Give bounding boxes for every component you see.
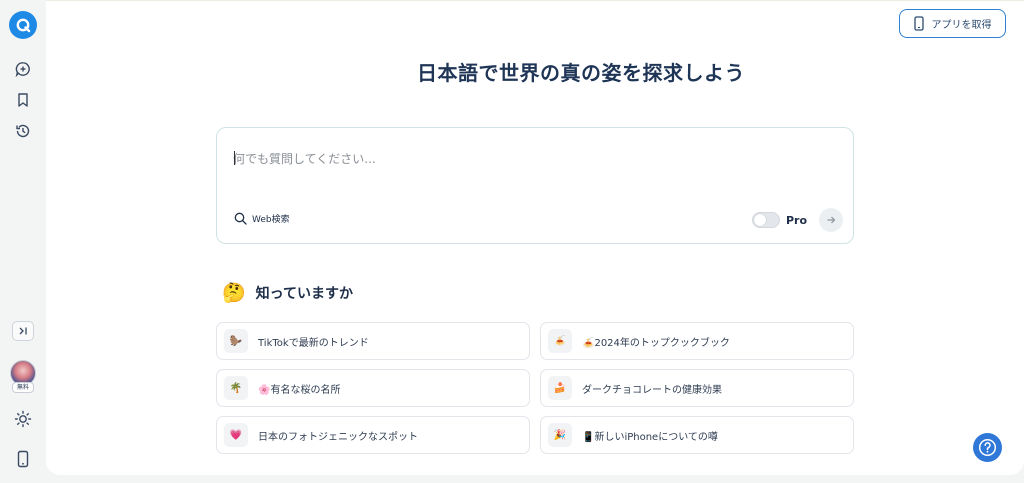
theme-toggle-icon[interactable] (11, 407, 35, 431)
suggestion-card[interactable]: 🍰 ダークチョコレートの健康効果 (540, 369, 854, 407)
get-app-label: アプリを取得 (931, 20, 992, 31)
help-button[interactable] (973, 433, 1002, 462)
question-mark-icon (978, 438, 997, 457)
web-search-label: Web検索 (252, 215, 290, 225)
user-avatar[interactable]: 無料 (9, 360, 37, 394)
suggestion-card[interactable]: 🌴 🌸有名な桜の名所 (216, 369, 530, 407)
suggestion-label: 🍝2024年のトップクックブック (582, 337, 730, 349)
expand-sidebar-icon[interactable] (12, 321, 34, 341)
beaver-icon: 🦫 (224, 329, 248, 353)
web-search-button[interactable]: Web検索 (234, 212, 290, 225)
send-button[interactable] (819, 208, 843, 232)
ask-box: Web検索 Pro (216, 127, 854, 244)
arrow-right-icon (827, 216, 836, 224)
suggestion-card[interactable]: 🎉 📱新しいiPhoneについての噂 (540, 416, 854, 454)
mobile-app-icon[interactable] (11, 447, 35, 471)
pro-toggle[interactable] (751, 212, 780, 228)
free-plan-badge: 無料 (12, 382, 34, 393)
question-input[interactable] (233, 150, 793, 168)
page-title: 日本語で世界の真の姿を探求しよう (417, 61, 745, 85)
history-icon[interactable] (11, 119, 35, 143)
suggestion-label: ダークチョコレートの健康効果 (582, 384, 722, 396)
suggestion-card[interactable]: 💗 日本のフォトジェニックなスポット (216, 416, 530, 454)
suggestion-card[interactable]: 🍝 🍝2024年のトップクックブック (540, 322, 854, 360)
suggestion-card[interactable]: 🦫 TikTokで最新のトレンド (216, 322, 530, 360)
new-chat-icon[interactable] (11, 57, 35, 81)
pro-label: Pro (785, 213, 807, 227)
suggestion-label: 日本のフォトジェニックなスポット (258, 431, 418, 443)
thinking-face-icon: 🤔 (222, 282, 246, 304)
bookmark-icon[interactable] (11, 88, 35, 112)
did-you-know-title: 知っていますか (255, 285, 353, 302)
logo-icon[interactable] (9, 11, 37, 39)
text-cursor (234, 151, 235, 165)
heart-icon: 💗 (224, 423, 248, 447)
sidebar: 無料 (0, 0, 46, 483)
did-you-know-heading: 🤔 知っていますか (222, 281, 353, 304)
spaghetti-icon: 🍝 (548, 329, 572, 353)
app: 無料 アプリを取得 日本語で世界の真の姿を探求しよう 何でも質問してください..… (0, 0, 1024, 483)
suggestion-label: 🌸有名な桜の名所 (258, 384, 341, 396)
phone-icon (913, 16, 924, 31)
palm-tree-icon: 🌴 (224, 376, 248, 400)
get-app-button[interactable]: アプリを取得 (899, 9, 1006, 38)
cake-icon: 🍰 (548, 376, 572, 400)
party-popper-icon: 🎉 (548, 423, 572, 447)
search-icon (234, 212, 247, 225)
suggestion-label: 📱新しいiPhoneについての噂 (582, 431, 718, 443)
suggestion-label: TikTokで最新のトレンド (258, 337, 369, 349)
pro-controls: Pro (751, 208, 843, 232)
suggestion-grid: 🦫 TikTokで最新のトレンド 🍝 🍝2024年のトップクックブック 🌴 🌸有… (216, 322, 854, 454)
main-panel: アプリを取得 日本語で世界の真の姿を探求しよう Web検索 Pro (46, 0, 1024, 475)
